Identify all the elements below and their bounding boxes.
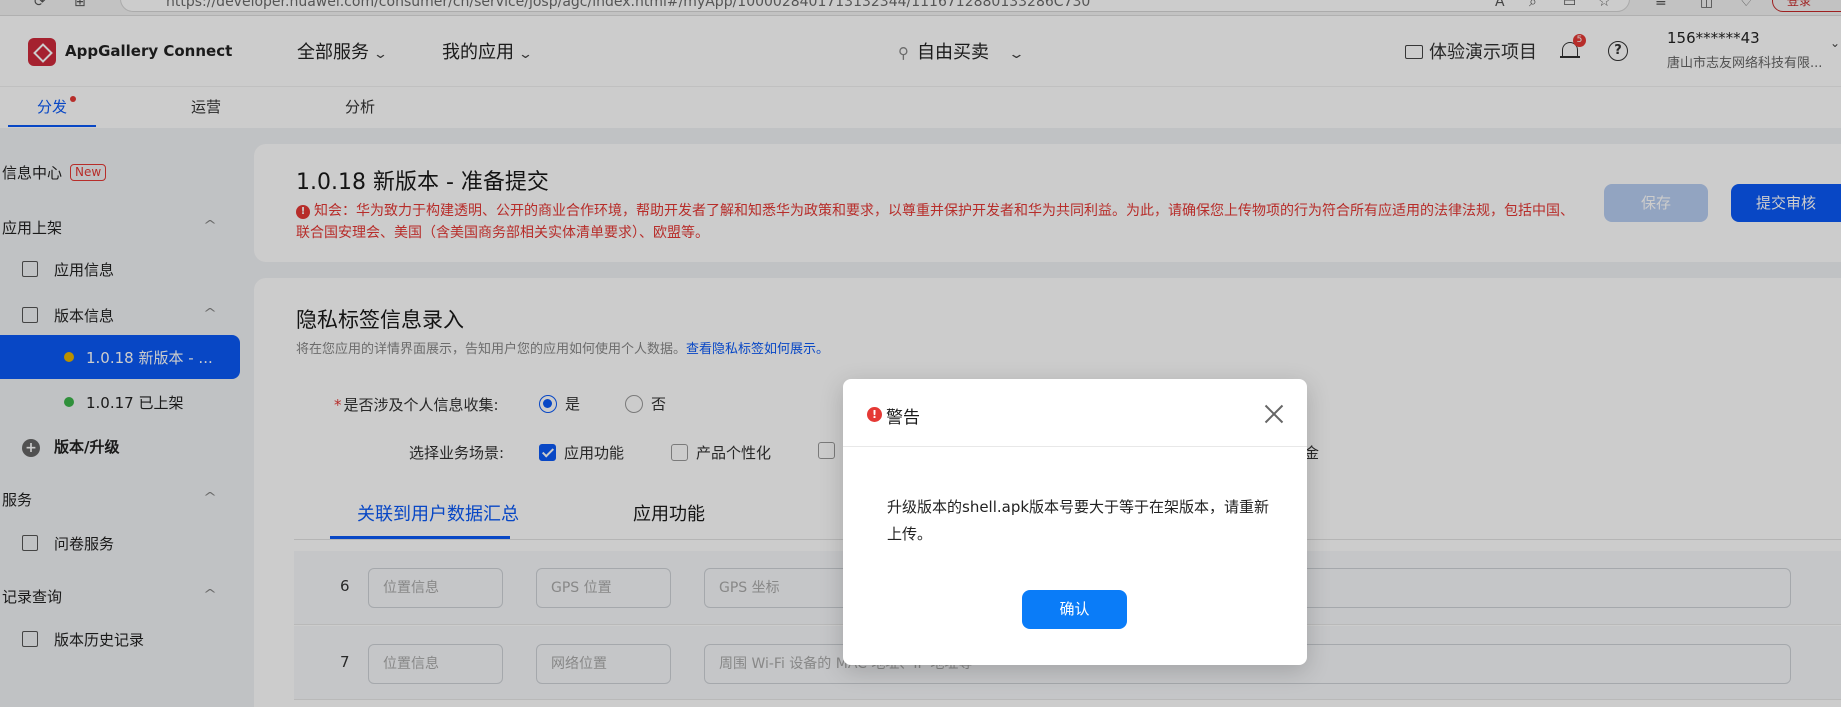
dialog-message: 升级版本的shell.apk版本号要大于等于在架版本，请重新上传。 xyxy=(887,498,1270,543)
dialog-title: 警告 xyxy=(886,408,920,428)
warning-icon: ! xyxy=(867,407,882,422)
warning-dialog: ! 警告 升级版本的shell.apk版本号要大于等于在架版本，请重新上传。 确… xyxy=(843,379,1307,665)
dialog-header: ! 警告 xyxy=(843,379,1307,447)
close-icon[interactable] xyxy=(1263,403,1285,425)
confirm-button[interactable]: 确认 xyxy=(1022,590,1127,629)
